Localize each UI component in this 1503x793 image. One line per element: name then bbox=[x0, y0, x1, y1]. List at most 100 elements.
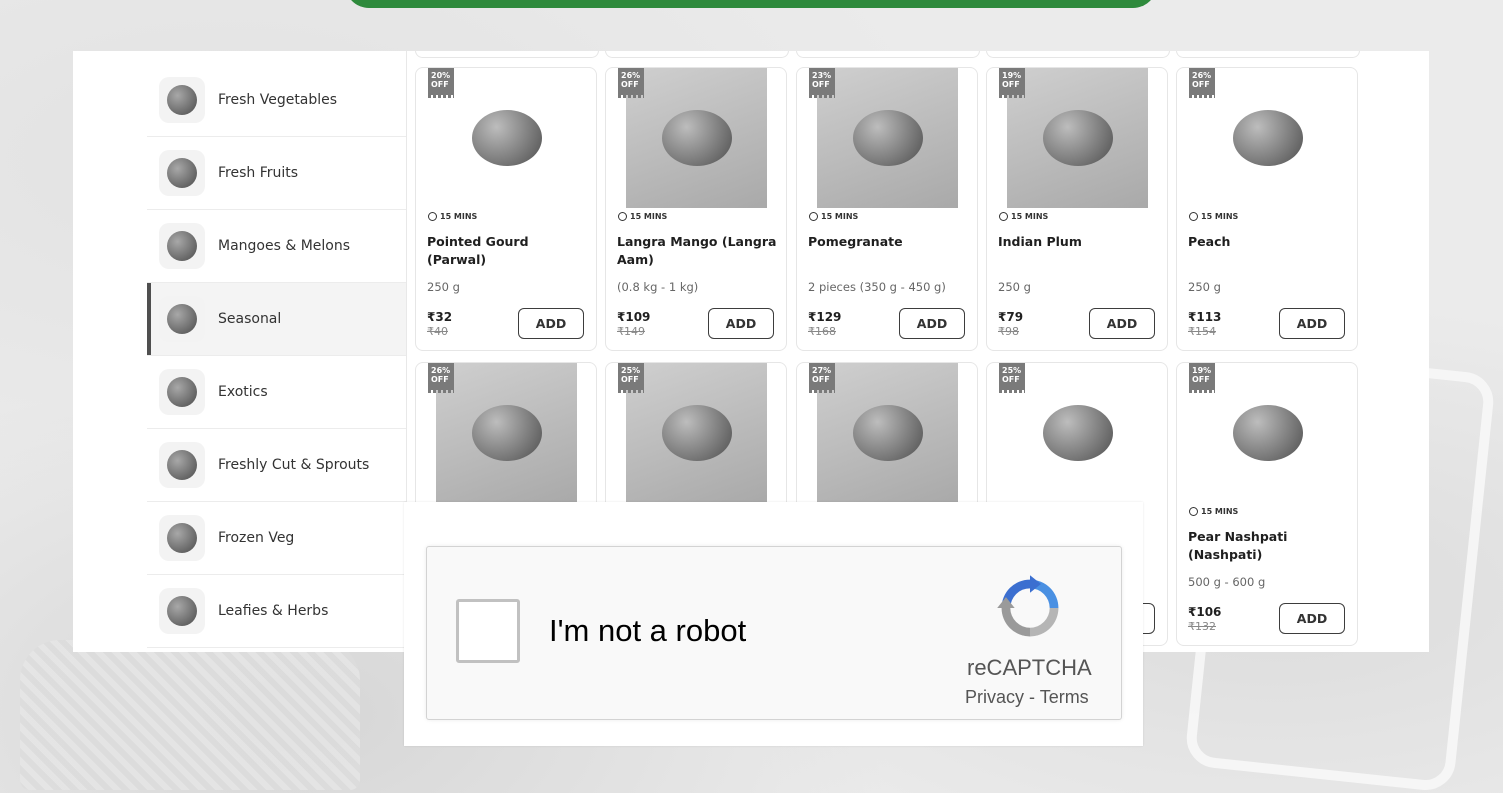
product-name: Pear Nashpati (Nashpati) bbox=[1188, 529, 1288, 562]
add-to-cart-button[interactable]: ADD bbox=[518, 308, 584, 339]
product-card[interactable]: 20% OFF 15 MINS Pointed Gourd (Parwal) 25… bbox=[415, 67, 597, 351]
delivery-time: 15 MINS bbox=[428, 212, 477, 221]
header-bar bbox=[345, 0, 1157, 8]
category-thumbnail bbox=[159, 588, 205, 634]
product-card[interactable]: 19% OFF 15 MINS Indian Plum 250 g ₹79 ₹98… bbox=[986, 67, 1168, 351]
add-to-cart-button[interactable]: ADD bbox=[1089, 308, 1155, 339]
discount-badge: 26% OFF bbox=[618, 68, 644, 98]
sidebar-item-label: Mangoes & Melons bbox=[218, 238, 351, 254]
sidebar-item-exotics[interactable]: Exotics bbox=[147, 356, 406, 429]
privacy-link[interactable]: Privacy bbox=[965, 687, 1024, 707]
discount-badge: 25% OFF bbox=[999, 363, 1025, 393]
sidebar-item-leafies-herbs[interactable]: Leafies & Herbs bbox=[147, 575, 406, 648]
recaptcha-widget: I'm not a robot reCAPTCHA Privacy - Term… bbox=[426, 546, 1122, 720]
sidebar-item-label: Freshly Cut & Sprouts bbox=[218, 457, 370, 473]
product-mrp: ₹154 bbox=[1188, 325, 1216, 338]
product-card-partial bbox=[605, 51, 789, 58]
clock-icon bbox=[999, 212, 1008, 221]
sidebar-item-freshly-cut-sprouts[interactable]: Freshly Cut & Sprouts bbox=[147, 429, 406, 502]
clock-icon bbox=[618, 212, 627, 221]
product-price: ₹129 bbox=[808, 310, 842, 324]
product-name: Peach bbox=[1188, 234, 1231, 249]
sidebar-item-fresh-vegetables[interactable]: Fresh Vegetables bbox=[147, 64, 406, 137]
sidebar-item-label: Leafies & Herbs bbox=[218, 603, 329, 619]
product-quantity: (0.8 kg - 1 kg) bbox=[617, 280, 699, 294]
discount-badge: 19% OFF bbox=[1189, 363, 1215, 393]
product-card-partial bbox=[1176, 51, 1360, 58]
delivery-time: 15 MINS bbox=[809, 212, 858, 221]
product-card[interactable]: 19% OFF 15 MINS Pear Nashpati (Nashpati) … bbox=[1176, 362, 1358, 646]
product-card-partial bbox=[986, 51, 1170, 58]
add-to-cart-button[interactable]: ADD bbox=[1279, 308, 1345, 339]
discount-badge: 25% OFF bbox=[618, 363, 644, 393]
product-card[interactable]: 26% OFF 15 MINS Langra Mango (Langra Aam)… bbox=[605, 67, 787, 351]
add-to-cart-button[interactable]: ADD bbox=[899, 308, 965, 339]
product-image bbox=[1007, 363, 1148, 503]
category-thumbnail bbox=[159, 77, 205, 123]
add-to-cart-button[interactable]: ADD bbox=[1279, 603, 1345, 634]
product-card-partial bbox=[415, 51, 599, 58]
sidebar-item-fresh-fruits[interactable]: Fresh Fruits bbox=[147, 137, 406, 210]
sidebar-item-frozen-veg[interactable]: Frozen Veg bbox=[147, 502, 406, 575]
product-card[interactable]: 26% OFF 15 MINS Peach 250 g ₹113 ₹154 ADD bbox=[1176, 67, 1358, 351]
discount-badge: 26% OFF bbox=[1189, 68, 1215, 98]
product-mrp: ₹132 bbox=[1188, 620, 1216, 633]
category-thumbnail bbox=[159, 223, 205, 269]
clock-icon bbox=[428, 212, 437, 221]
delivery-time: 15 MINS bbox=[618, 212, 667, 221]
delivery-time: 15 MINS bbox=[999, 212, 1048, 221]
product-mrp: ₹40 bbox=[427, 325, 448, 338]
category-thumbnail bbox=[159, 515, 205, 561]
product-price: ₹106 bbox=[1188, 605, 1222, 619]
product-quantity: 2 pieces (350 g - 450 g) bbox=[808, 280, 946, 294]
add-to-cart-button[interactable]: ADD bbox=[708, 308, 774, 339]
product-image bbox=[817, 68, 958, 208]
recaptcha-links: Privacy - Terms bbox=[965, 687, 1089, 708]
product-quantity: 250 g bbox=[998, 280, 1031, 294]
link-separator: - bbox=[1024, 687, 1040, 707]
clock-icon bbox=[809, 212, 818, 221]
discount-badge: 20% OFF bbox=[428, 68, 454, 98]
product-mrp: ₹168 bbox=[808, 325, 836, 338]
category-thumbnail bbox=[159, 150, 205, 196]
sidebar-item-seasonal[interactable]: Seasonal bbox=[147, 283, 406, 356]
category-thumbnail bbox=[159, 296, 205, 342]
sidebar-item-label: Fresh Vegetables bbox=[218, 92, 338, 108]
captcha-checkbox[interactable] bbox=[456, 599, 520, 663]
sidebar-item-label: Frozen Veg bbox=[218, 530, 295, 546]
product-mrp: ₹98 bbox=[998, 325, 1019, 338]
sidebar-item-label: Seasonal bbox=[218, 311, 282, 327]
sidebar-item-mangoes-melons[interactable]: Mangoes & Melons bbox=[147, 210, 406, 283]
product-name: Indian Plum bbox=[998, 234, 1082, 249]
product-image bbox=[817, 363, 958, 503]
product-name: Langra Mango (Langra Aam) bbox=[617, 234, 777, 267]
basket-illustration bbox=[20, 640, 360, 790]
product-image bbox=[626, 363, 767, 503]
product-image bbox=[436, 68, 577, 208]
product-price: ₹113 bbox=[1188, 310, 1222, 324]
sidebar-item-label: Fresh Fruits bbox=[218, 165, 299, 181]
discount-badge: 19% OFF bbox=[999, 68, 1025, 98]
product-name: Pointed Gourd (Parwal) bbox=[427, 234, 529, 267]
category-thumbnail bbox=[159, 369, 205, 415]
product-name: Pomegranate bbox=[808, 234, 903, 249]
discount-badge: 23% OFF bbox=[809, 68, 835, 98]
recaptcha-logo-icon bbox=[997, 575, 1059, 637]
product-quantity: 500 g - 600 g bbox=[1188, 575, 1266, 589]
terms-link[interactable]: Terms bbox=[1040, 687, 1089, 707]
discount-badge: 27% OFF bbox=[809, 363, 835, 393]
recaptcha-brand: reCAPTCHA bbox=[967, 655, 1092, 680]
category-sidebar: Fresh Vegetables Fresh Fruits Mangoes & … bbox=[147, 51, 407, 652]
product-quantity: 250 g bbox=[427, 280, 460, 294]
product-price: ₹79 bbox=[998, 310, 1024, 324]
captcha-overlay: I'm not a robot reCAPTCHA Privacy - Term… bbox=[404, 502, 1143, 746]
product-price: ₹109 bbox=[617, 310, 651, 324]
captcha-label: I'm not a robot bbox=[549, 613, 747, 648]
product-mrp: ₹149 bbox=[617, 325, 645, 338]
clock-icon bbox=[1189, 212, 1198, 221]
product-image bbox=[1197, 68, 1338, 208]
product-card[interactable]: 23% OFF 15 MINS Pomegranate 2 pieces (350… bbox=[796, 67, 978, 351]
clock-icon bbox=[1189, 507, 1198, 516]
product-card-partial bbox=[796, 51, 980, 58]
product-image bbox=[1197, 363, 1338, 503]
